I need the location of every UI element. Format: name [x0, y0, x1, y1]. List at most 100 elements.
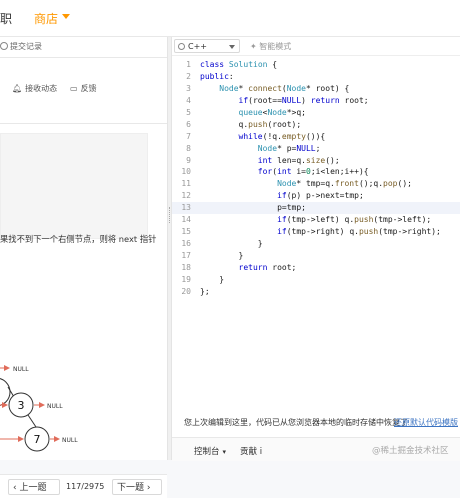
line-number: 14: [181, 215, 191, 225]
contribute-button[interactable]: 贡献 i: [240, 445, 262, 457]
code-line[interactable]: 15 if(tmp->right) q.push(tmp->right);: [172, 226, 460, 238]
restore-message: 您上次编辑到这里，代码已从您浏览器本地的临时存储中恢复了: [184, 418, 408, 427]
nav-store[interactable]: 商店: [34, 10, 58, 27]
example-box: [0, 133, 148, 239]
line-number: 3: [186, 83, 191, 93]
null-label: NULL: [13, 366, 29, 373]
language-select[interactable]: C++: [174, 39, 240, 53]
nav-job[interactable]: 求职: [0, 10, 12, 27]
line-number: 19: [181, 274, 191, 284]
line-number: 18: [181, 262, 191, 272]
editor-toolbar: C++ ✦ 智能模式: [172, 37, 460, 56]
code-text: q.push(root);: [200, 119, 302, 129]
code-text: };: [200, 286, 210, 296]
code-text: Node* p=NULL;: [257, 143, 321, 153]
store-dropdown-icon[interactable]: [62, 14, 70, 19]
smart-mode-toggle[interactable]: ✦ 智能模式: [250, 41, 291, 52]
code-line[interactable]: 3 Node* connect(Node* root) {: [172, 83, 460, 95]
line-number: 11: [181, 179, 191, 189]
language-icon: [178, 43, 185, 50]
bell-icon: 🔔︎: [12, 84, 23, 93]
line-number: 7: [186, 131, 191, 141]
language-label: C++: [188, 42, 207, 51]
console-button[interactable]: 控制台 ▾: [194, 445, 226, 457]
top-nav: 求职 商店: [0, 0, 460, 37]
code-text: }: [200, 239, 263, 249]
comment-icon: ▭: [70, 84, 78, 93]
code-text: class Solution {: [200, 60, 278, 69]
receive-updates-button[interactable]: 🔔︎ 接收动态: [12, 83, 57, 94]
chevron-down-icon: [229, 45, 235, 49]
console-label: 控制台: [194, 447, 220, 457]
code-line[interactable]: 1 class Solution {: [172, 59, 460, 71]
tree-node-3-label: 3: [18, 399, 25, 412]
next-label: 下一题: [117, 483, 145, 493]
line-number: 12: [181, 191, 191, 201]
line-number: 20: [181, 286, 191, 296]
clock-icon: [0, 42, 8, 50]
next-problem-button[interactable]: 下一题 ›: [112, 479, 162, 495]
problem-panel: 提交记录 🔔︎ 接收动态 ▭ 反馈 果找不到下一个右侧节点，则将 next 指针 N…: [0, 37, 167, 498]
code-line[interactable]: 2 public:: [172, 71, 460, 83]
code-line[interactable]: 4 if(root==NULL) return root;: [172, 95, 460, 107]
line-number: 10: [181, 167, 191, 177]
restore-notice: 您上次编辑到这里，代码已从您浏览器本地的临时存储中恢复了 还原默认代码模版: [172, 414, 460, 430]
code-text: if(p) p->next=tmp;: [277, 191, 364, 201]
line-number: 2: [186, 71, 191, 81]
code-area[interactable]: 1 class Solution { 2 public: 3 Node* connect…: [172, 59, 460, 309]
code-editor: C++ ✦ 智能模式 1 class Solution { 2 public: 3 No…: [172, 37, 460, 461]
code-line[interactable]: 12 if(p) p->next=tmp;: [172, 190, 460, 202]
code-text: p=tmp;: [200, 203, 306, 213]
line-number: 8: [186, 143, 191, 153]
code-text: if(tmp->right) q.push(tmp->right);: [277, 227, 441, 237]
watermark: @稀土掘金技术社区: [372, 446, 449, 456]
code-text: queue<Node*>q;: [238, 107, 306, 117]
code-text: if(tmp->left) q.push(tmp->left);: [277, 215, 432, 225]
problem-counter: 117/2975: [66, 482, 105, 491]
code-line[interactable]: 7 while(!q.empty()){: [172, 131, 460, 143]
code-text: int len=q.size();: [257, 155, 340, 165]
code-line[interactable]: 16 }: [172, 238, 460, 250]
code-line[interactable]: 14 if(tmp->left) q.push(tmp->left);: [172, 214, 460, 226]
code-line[interactable]: 18 return root;: [172, 262, 460, 274]
code-line[interactable]: 20};: [172, 286, 460, 298]
smart-mode-label: 智能模式: [259, 42, 292, 51]
prev-problem-button[interactable]: ‹ 上一题: [8, 479, 60, 495]
code-line[interactable]: 5 queue<Node*>q;: [172, 107, 460, 119]
line-number: 9: [186, 155, 191, 165]
line-number: 13: [181, 203, 191, 213]
line-number: 5: [186, 107, 191, 117]
left-tabbar: 提交记录: [0, 37, 167, 58]
code-line[interactable]: 13 p=tmp;: [172, 202, 460, 215]
code-text: Node* connect(Node* root) {: [219, 83, 350, 93]
feedback-button[interactable]: ▭ 反馈: [70, 83, 97, 94]
line-number: 17: [181, 251, 191, 260]
tree-edge: [27, 414, 37, 428]
line-number: 15: [181, 227, 191, 237]
receive-updates-label: 接收动态: [25, 84, 58, 93]
tree-node-partial: [0, 378, 11, 406]
code-text: Node* tmp=q.front();q.pop();: [277, 179, 412, 189]
feedback-label: 反馈: [80, 84, 97, 93]
code-text: while(!q.empty()){: [238, 131, 326, 141]
code-line[interactable]: 8 Node* p=NULL;: [172, 143, 460, 155]
line-number: 1: [186, 60, 191, 69]
code-line[interactable]: 11 Node* tmp=q.front();q.pop();: [172, 178, 460, 190]
editor-bottom-bar: 控制台 ▾ 贡献 i @稀土掘金技术社区: [172, 437, 460, 461]
code-line[interactable]: 19 }: [172, 274, 460, 286]
code-line[interactable]: 9 int len=q.size();: [172, 155, 460, 167]
code-line[interactable]: 6 q.push(root);: [172, 119, 460, 131]
prev-label: 上一题: [19, 483, 47, 493]
chevron-down-icon: ▾: [222, 448, 227, 456]
divider: [0, 123, 167, 124]
code-text: return root;: [238, 262, 297, 272]
code-text: }: [200, 274, 225, 284]
code-line[interactable]: 17 }: [172, 250, 460, 262]
code-line[interactable]: 10 for(int i=0;i<len;i++){: [172, 166, 460, 178]
submit-records-tab[interactable]: 提交记录: [0, 41, 42, 52]
null-label: NULL: [47, 403, 63, 410]
tree-node-7-label: 7: [34, 433, 41, 446]
null-label: NULL: [62, 437, 78, 444]
pager: ‹ 上一题 117/2975 下一题 ›: [0, 474, 167, 498]
restore-template-link[interactable]: 还原默认代码模版: [394, 417, 458, 428]
